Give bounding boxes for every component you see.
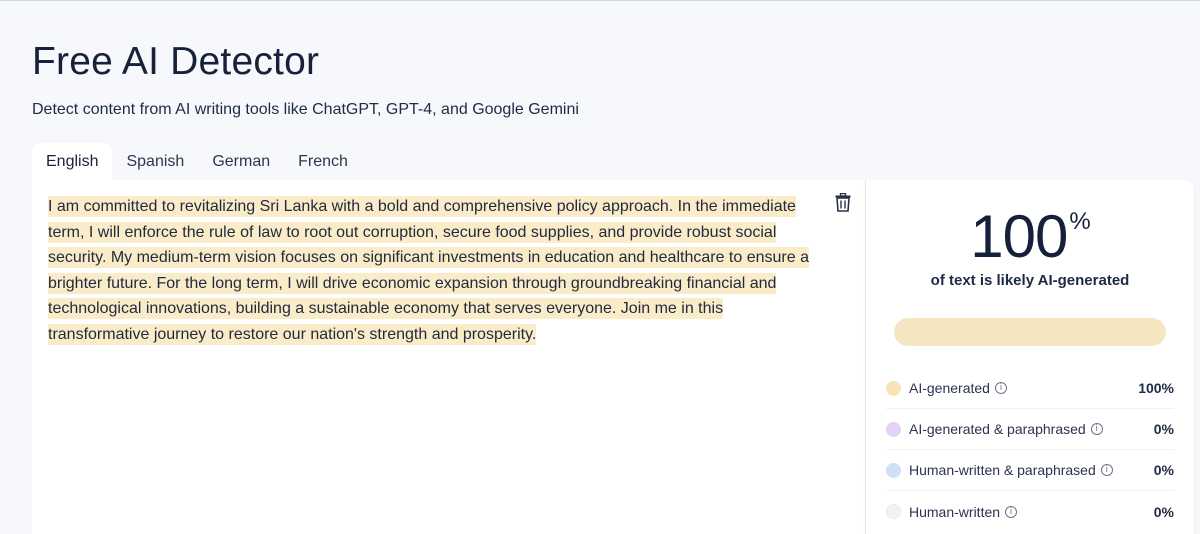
text-editor[interactable]: I am committed to revitalizing Sri Lanka…: [32, 180, 866, 534]
tab-german[interactable]: German: [198, 143, 284, 181]
page-subtitle: Detect content from AI writing tools lik…: [32, 101, 579, 118]
ai-generated-dot: [886, 380, 901, 396]
ai-highlighted-text: I am committed to revitalizing Sri Lanka…: [48, 196, 809, 345]
info-icon[interactable]: i: [1090, 423, 1103, 435]
legend-label-text: Human-written & paraphrased: [909, 462, 1096, 478]
score-bar-fill: [894, 318, 1166, 346]
score-value: 100: [970, 203, 1068, 270]
legend-row-human-paraphrased: Human-written & paraphrased i 0%: [886, 450, 1174, 491]
human-paraphrased-dot: [886, 462, 901, 478]
legend-value: 0%: [1153, 462, 1174, 478]
legend-row-human-written: Human-written i 0%: [886, 491, 1174, 532]
result-panel: 100% of text is likely AI-generated AI-g…: [866, 180, 1194, 534]
human-written-dot: [886, 504, 901, 519]
top-divider: [0, 0, 1200, 4]
input-text[interactable]: I am committed to revitalizing Sri Lanka…: [48, 194, 820, 348]
legend-label: AI-generated & paraphrased i: [909, 421, 1154, 437]
info-icon[interactable]: i: [1005, 505, 1018, 518]
legend-label-text: AI-generated: [909, 380, 990, 396]
ai-score: 100%: [866, 202, 1194, 271]
result-legend: AI-generated i 100% AI-generated & paraph…: [886, 368, 1174, 532]
page-title: Free AI Detector: [32, 40, 320, 83]
info-icon[interactable]: i: [1100, 464, 1113, 476]
score-bar: [894, 318, 1166, 346]
legend-label-text: AI-generated & paraphrased: [909, 421, 1086, 437]
legend-value: 0%: [1153, 421, 1174, 437]
language-tabs: English Spanish German French: [32, 143, 362, 181]
ai-paraphrased-dot: [886, 421, 901, 437]
legend-value: 0%: [1153, 503, 1174, 520]
legend-row-ai-paraphrased: AI-generated & paraphrased i 0%: [886, 409, 1174, 450]
legend-label: Human-written & paraphrased i: [909, 462, 1154, 478]
tab-french[interactable]: French: [284, 143, 362, 181]
legend-label: AI-generated i: [909, 380, 1138, 396]
legend-label-text: Human-written: [909, 503, 1001, 520]
legend-value: 100%: [1138, 380, 1174, 396]
score-unit: %: [1069, 208, 1090, 235]
legend-row-ai-generated: AI-generated i 100%: [886, 368, 1174, 409]
info-icon[interactable]: i: [994, 382, 1007, 394]
trash-icon[interactable]: [833, 191, 853, 213]
score-caption: of text is likely AI-generated: [930, 272, 1130, 289]
tab-english[interactable]: English: [32, 143, 113, 181]
tab-spanish[interactable]: Spanish: [112, 143, 198, 181]
legend-label: Human-written i: [909, 504, 1154, 520]
